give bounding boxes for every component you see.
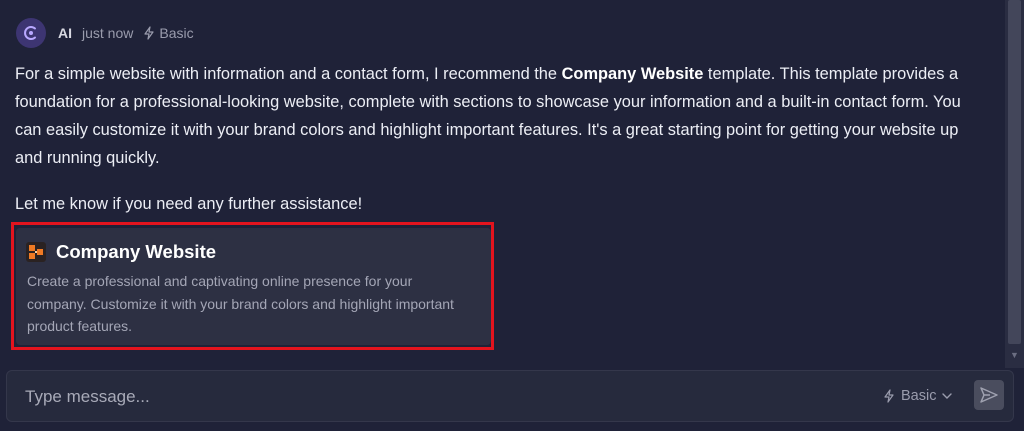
scrollbar-thumb[interactable] — [1008, 0, 1021, 344]
ai-logo-icon — [24, 26, 36, 40]
chevron-down-icon — [942, 393, 953, 399]
highlight-annotation — [11, 222, 494, 350]
mode-dropdown-label: Basic — [901, 388, 937, 404]
send-icon — [980, 387, 998, 403]
chat-area: AI just now Basic For a simple website w… — [0, 0, 1005, 368]
mode-label: Basic — [159, 25, 194, 41]
message-paragraph-2: Let me know if you need any further assi… — [15, 195, 363, 213]
bolt-icon — [144, 26, 154, 40]
bolt-icon — [884, 389, 894, 403]
mode-dropdown[interactable]: Basic — [883, 385, 953, 407]
message-input[interactable] — [23, 371, 787, 423]
message-header: AI just now Basic — [16, 18, 194, 48]
template-name-bold: Company Website — [561, 65, 704, 83]
message-timestamp: just now — [82, 25, 134, 41]
message-composer: Basic — [6, 370, 1014, 423]
scroll-down-arrow-icon[interactable]: ▼ — [1008, 350, 1021, 360]
message-text: For a simple website with information an… — [15, 65, 562, 83]
send-button[interactable] — [974, 380, 1004, 410]
mode-tag: Basic — [143, 25, 194, 41]
message-paragraph: For a simple website with information an… — [15, 60, 990, 172]
ai-avatar-icon — [16, 18, 46, 48]
sender-name: AI — [58, 25, 72, 41]
message-body: For a simple website with information an… — [15, 60, 990, 218]
